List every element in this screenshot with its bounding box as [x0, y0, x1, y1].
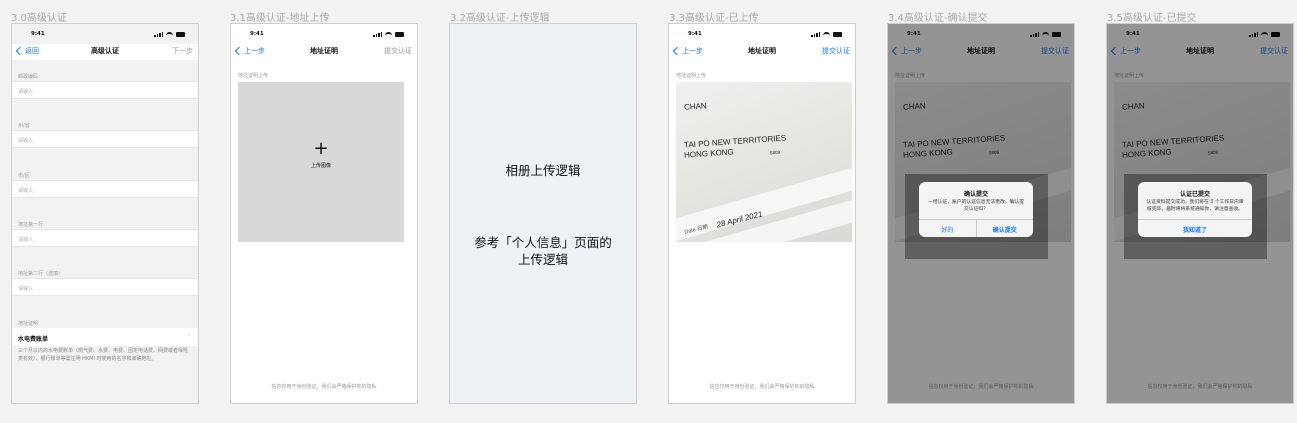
dialog-confirm-button[interactable]: 确认提交	[975, 220, 1034, 237]
battery-icon	[833, 31, 842, 37]
phone-screen-advanced-verification: 9:41 返回 高级认证 下一步 邮政编码 请输入 州/省 请输入 市/区 请输…	[11, 23, 199, 404]
upload-image-area[interactable]: + 上传图像	[238, 82, 404, 242]
phone-screen-submitted: 9:41 上一步 地址证明 提交认证 地址证明上传 CHAN TAI PO NE…	[1106, 23, 1294, 404]
dialog-message: 认证资料提交成功，我们将在 3 个工作日内审核完毕，届时将将系统通知你，请注意查…	[1146, 200, 1244, 212]
plus-icon: +	[313, 138, 329, 159]
dialog-ok-button[interactable]: 好的	[919, 220, 976, 237]
next-button[interactable]: 下一步	[172, 46, 193, 56]
signal-icon	[373, 31, 382, 37]
artboard-title: 3.5高级认证-已提交	[1107, 13, 1197, 24]
wifi-icon	[385, 31, 392, 37]
status-bar: 9:41	[12, 30, 198, 40]
postal-code-input[interactable]: 请输入	[12, 81, 198, 99]
wifi-icon	[166, 31, 173, 37]
section-label: 地址证明上传	[676, 73, 707, 79]
wifi-icon	[823, 31, 830, 37]
logic-note-reference: 参考「个人信息」页面的	[474, 235, 612, 250]
nav-bar: 上一步 地址证明 提交认证	[231, 44, 417, 60]
state-input[interactable]: 请输入	[12, 130, 198, 148]
dialog-title: 认证已提交	[1179, 191, 1210, 198]
signal-icon	[154, 31, 163, 37]
field-label-address-proof: 地址证明	[18, 321, 39, 327]
battery-icon	[395, 31, 404, 37]
signal-icon	[811, 31, 820, 37]
logic-note-album: 相册上传逻辑	[505, 163, 581, 178]
dialog-acknowledge-button[interactable]: 我知道了	[1138, 220, 1252, 237]
nav-bar: 上一步 地址证明 提交认证	[669, 44, 855, 60]
logic-note-board: 相册上传逻辑 参考「个人信息」页面的 上传逻辑	[449, 23, 637, 404]
field-label-city: 市/区	[18, 173, 30, 179]
upload-label: 上传图像	[310, 163, 331, 169]
city-input[interactable]: 请输入	[12, 180, 198, 198]
field-label-state: 州/省	[18, 123, 30, 129]
phone-screen-confirm-submit: 9:41 上一步 地址证明 提交认证 地址证明上传 CHAN TAI PO NE…	[887, 23, 1075, 404]
doc-code: 5809	[769, 149, 781, 156]
address-proof-select[interactable]: 水电费账单 ›	[12, 328, 198, 346]
artboard-title: 3.2高级认证-上传逻辑	[450, 13, 550, 24]
doc-name: CHAN	[683, 101, 707, 112]
field-label-address-line2: 地址第二行（选填）	[18, 271, 64, 277]
submitted-dialog: 认证已提交 认证资料提交成功，我们将在 3 个工作日内审核完毕，届时将将系统通知…	[1138, 182, 1252, 237]
status-bar: 9:41	[669, 30, 855, 40]
dialog-message: 一经认证，账户的认证信息无法更改，确认提交认证吗？	[928, 200, 1024, 212]
status-time: 9:41	[250, 31, 264, 37]
address-proof-note: 三个月以内的水电费账单（燃气费、水费、电费、固定电话费、网费或者保险类有效）、银…	[18, 348, 189, 362]
submit-button[interactable]: 提交认证	[384, 46, 412, 56]
artboard-title: 3.3高级认证-已上传	[669, 13, 759, 24]
nav-bar: 返回 高级认证 下一步	[12, 44, 198, 60]
chevron-right-icon: ›	[187, 332, 190, 339]
status-bar: 9:41	[231, 30, 417, 40]
dialog-title: 确认提交	[963, 191, 988, 198]
phone-screen-uploaded: 9:41 上一步 地址证明 提交认证 地址证明上传 CHAN TAI PO NE…	[668, 23, 856, 404]
address-line2-input[interactable]: 请输入	[12, 278, 198, 296]
field-label-address-line1: 地址第一行	[18, 222, 44, 228]
section-label: 地址证明上传	[238, 73, 269, 79]
submit-button[interactable]: 提交认证	[822, 46, 850, 56]
artboard-title: 3.4高级认证-确认提交	[888, 13, 988, 24]
page-title: 高级认证	[91, 47, 119, 55]
status-time: 9:41	[688, 31, 702, 37]
privacy-footer: 信息仅用于身份验证，我们会严格保护你的隐私	[709, 384, 815, 390]
field-label-postal-code: 邮政编码	[18, 74, 39, 80]
phone-screen-address-upload: 9:41 上一步 地址证明 提交认证 地址证明上传 + 上传图像 信息仅用于身份…	[230, 23, 418, 404]
address-proof-value: 水电费账单	[18, 336, 49, 343]
artboard-title: 3.1高级认证-地址上传	[230, 13, 330, 24]
uploaded-document-image[interactable]: CHAN TAI PO NEW TERRITORIES HONG KONG 58…	[676, 82, 852, 242]
privacy-footer: 信息仅用于身份验证，我们会严格保护你的隐私	[271, 384, 377, 390]
battery-icon	[176, 31, 185, 37]
logic-note-reference-2: 上传逻辑	[517, 252, 568, 267]
confirm-dialog: 确认提交 一经认证，账户的认证信息无法更改，确认提交认证吗？ 好的 确认提交	[919, 182, 1033, 237]
doc-address-line2: HONG KONG	[683, 147, 735, 160]
address-line1-input[interactable]: 请输入	[12, 229, 198, 247]
doc-address-line1: TAI PO NEW TERRITORIES	[683, 133, 787, 150]
status-time: 9:41	[31, 31, 45, 37]
artboard-title: 3.0高级认证	[11, 13, 67, 24]
